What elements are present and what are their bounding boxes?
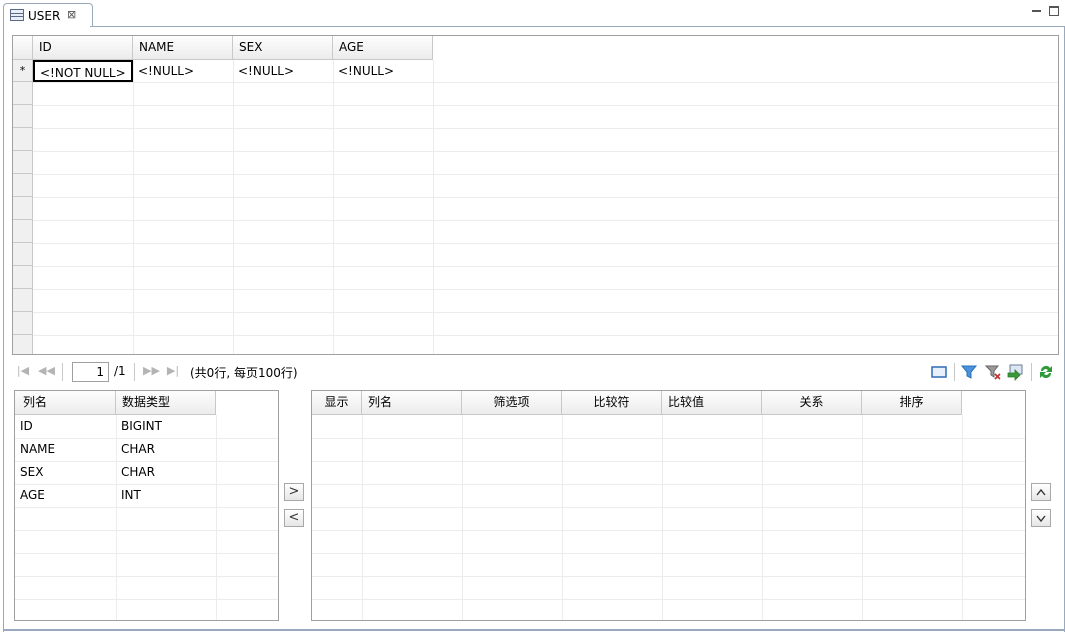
column-header-age[interactable]: AGE — [333, 36, 433, 60]
column-type-cell[interactable]: CHAR — [116, 461, 216, 484]
column-name-cell[interactable]: SEX — [15, 461, 116, 484]
column-name-cell[interactable]: AGE — [15, 484, 116, 507]
row-header[interactable] — [13, 243, 33, 266]
total-pages-label: /1 — [114, 364, 126, 378]
prev-page-icon[interactable]: ◀◀ — [38, 364, 55, 378]
toggle-panel-icon[interactable] — [930, 363, 948, 381]
column-header-id[interactable]: ID — [33, 36, 133, 60]
editor-bottom-border — [3, 629, 1065, 631]
row-header[interactable] — [13, 220, 33, 243]
minimize-icon[interactable] — [1032, 5, 1042, 15]
new-row-sex-cell[interactable]: <!NULL> — [233, 60, 333, 82]
column-type-cell[interactable]: BIGINT — [116, 415, 216, 438]
row-header[interactable] — [13, 197, 33, 220]
column-list-header-name[interactable]: 列名 — [15, 391, 116, 415]
column-list-panel: 列名 数据类型 ID BIGINT NAME CHAR SEX CHAR AGE… — [14, 390, 279, 621]
filter-header-show[interactable]: 显示 — [312, 391, 362, 415]
maximize-icon[interactable] — [1049, 6, 1059, 16]
row-header[interactable] — [13, 289, 33, 312]
move-up-button[interactable] — [1031, 483, 1051, 501]
filter-header-column[interactable]: 列名 — [362, 391, 462, 415]
page-number-input[interactable]: 1 — [72, 362, 109, 382]
refresh-icon[interactable] — [1037, 363, 1055, 381]
new-row-age-cell[interactable]: <!NULL> — [333, 60, 433, 82]
row-header[interactable] — [13, 266, 33, 289]
column-header-name[interactable]: NAME — [133, 36, 233, 60]
apply-filter-icon[interactable] — [1006, 363, 1024, 381]
row-header[interactable] — [13, 312, 33, 335]
grid-corner — [13, 36, 33, 60]
row-header[interactable] — [13, 335, 33, 354]
column-name-cell[interactable]: ID — [15, 415, 116, 438]
filter-icon[interactable] — [960, 363, 978, 381]
table-icon — [10, 9, 24, 21]
remove-column-button[interactable]: < — [284, 509, 304, 527]
column-list-header-type[interactable]: 数据类型 — [116, 391, 216, 415]
row-header[interactable] — [13, 174, 33, 197]
filter-header-operator[interactable]: 比较符 — [562, 391, 662, 415]
next-page-icon[interactable]: ▶▶ — [143, 364, 160, 378]
column-type-cell[interactable]: CHAR — [116, 438, 216, 461]
editor-tab-strip — [0, 0, 1065, 28]
filter-panel: 显示 列名 筛选项 比较符 比较值 关系 排序 — [311, 390, 1026, 621]
new-row-id-cell[interactable]: <!NOT NULL> — [33, 60, 133, 82]
row-header[interactable] — [13, 151, 33, 174]
filter-header-relation[interactable]: 关系 — [762, 391, 862, 415]
new-row-marker[interactable]: * — [13, 60, 33, 82]
filter-header-value[interactable]: 比较值 — [662, 391, 762, 415]
row-header[interactable] — [13, 105, 33, 128]
close-icon[interactable]: ⊠ — [67, 8, 76, 22]
tab-user[interactable]: USER ⊠ — [3, 3, 93, 28]
first-page-icon[interactable]: |◀ — [16, 364, 30, 378]
move-down-button[interactable] — [1031, 509, 1051, 527]
filter-header-filter[interactable]: 筛选项 — [462, 391, 562, 415]
row-header[interactable] — [13, 82, 33, 105]
column-type-cell[interactable]: INT — [116, 484, 216, 507]
last-page-icon[interactable]: ▶| — [166, 364, 180, 378]
pager-bar: |◀ ◀◀ 1 /1 ▶▶ ▶| (共0行, 每页100行) — [12, 360, 1059, 384]
tab-title: USER — [28, 9, 61, 23]
row-header[interactable] — [13, 128, 33, 151]
new-row-name-cell[interactable]: <!NULL> — [133, 60, 233, 82]
clear-filter-icon[interactable] — [984, 363, 1002, 381]
data-grid[interactable]: ID NAME SEX AGE * <!NOT NULL> <!NULL> <!… — [12, 35, 1059, 355]
column-header-sex[interactable]: SEX — [233, 36, 333, 60]
column-name-cell[interactable]: NAME — [15, 438, 116, 461]
filter-header-sort[interactable]: 排序 — [862, 391, 962, 415]
add-column-button[interactable]: > — [284, 483, 304, 501]
row-count-info: (共0行, 每页100行) — [190, 366, 298, 380]
